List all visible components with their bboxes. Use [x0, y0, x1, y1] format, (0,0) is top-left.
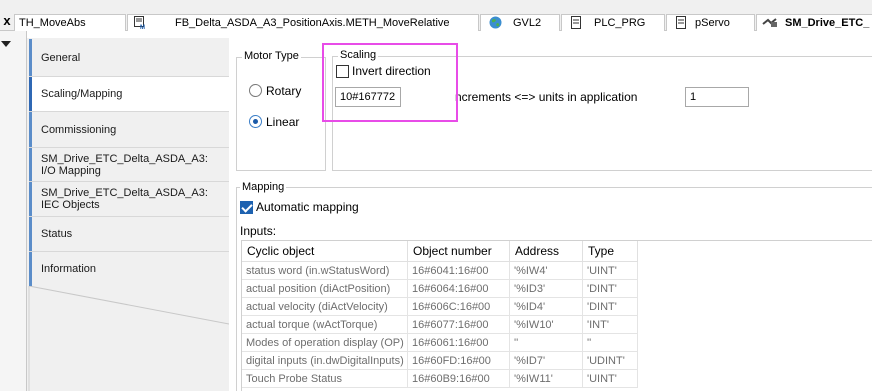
sidebar-item-label: General — [41, 51, 81, 64]
table-cell[interactable]: '%ID7' — [510, 352, 583, 370]
table-cell[interactable]: 16#6077:16#00 — [408, 316, 510, 334]
automatic-mapping-checkbox[interactable] — [240, 201, 253, 214]
sidebar-bottom-edge — [28, 286, 229, 391]
table-cell[interactable]: '' — [583, 334, 638, 352]
linear-radio[interactable] — [249, 115, 262, 128]
mapping-title: Mapping — [240, 181, 287, 193]
document-icon — [676, 16, 686, 29]
tab-label: PLC_PRG — [594, 17, 646, 29]
sidebar-item-label: SM_Drive_ETC_Delta_ASDA_A3: — [41, 152, 208, 165]
globe-icon — [489, 16, 502, 29]
table-cell[interactable]: 16#6064:16#00 — [408, 280, 510, 298]
linear-label: Linear — [266, 115, 300, 129]
sidebar-item-scaling-mapping[interactable]: Scaling/Mapping — [29, 77, 229, 111]
motor-type-group — [236, 57, 326, 171]
table-cell[interactable]: 'DINT' — [583, 298, 638, 316]
tab-label: SM_Drive_ETC_ — [785, 17, 870, 29]
highlight-box — [322, 43, 458, 122]
table-cell[interactable]: 'UINT' — [583, 262, 638, 280]
column-header-object-number[interactable]: Object number — [408, 241, 510, 262]
sidebar-item-label: Information — [41, 263, 97, 275]
table-cell[interactable]: digital inputs (in.dwDigitalInputs) — [242, 352, 408, 370]
tab-pservo[interactable]: pServo — [666, 14, 755, 31]
sidebar-item-sublabel: IEC Objects — [41, 199, 100, 211]
table-cell[interactable]: '' — [510, 334, 583, 352]
sidebar-item-label: Commissioning — [41, 123, 117, 136]
column-header-type[interactable]: Type — [583, 241, 638, 262]
table-cell[interactable]: 'DINT' — [583, 280, 638, 298]
inputs-table: Cyclic object Object number Address Type… — [241, 240, 872, 391]
increments-label: ncrements <=> units in application — [455, 90, 638, 104]
tab-sm-drive-etc[interactable]: SM_Drive_ETC_ — [756, 14, 872, 31]
table-cell[interactable]: 16#6061:16#00 — [408, 334, 510, 352]
table-cell[interactable]: actual velocity (diActVelocity) — [242, 298, 408, 316]
table-cell[interactable]: '%IW4' — [510, 262, 583, 280]
table-cell[interactable]: '%ID3' — [510, 280, 583, 298]
sidebar-item-general[interactable]: General — [29, 39, 229, 76]
close-icon[interactable]: x — [0, 14, 14, 28]
tab-moveabs[interactable]: TH_MoveAbs — [14, 14, 126, 31]
table-cell[interactable]: 'UDINT' — [583, 352, 638, 370]
chevron-down-icon[interactable] — [1, 41, 11, 47]
sidebar-item-iec-objects[interactable]: SM_Drive_ETC_Delta_ASDA_A3: IEC Objects — [29, 182, 229, 216]
tab-gvl2[interactable]: GVL2 — [480, 14, 560, 31]
sidebar-item-io-mapping[interactable]: SM_Drive_ETC_Delta_ASDA_A3: I/O Mapping — [29, 148, 229, 181]
table-cell[interactable]: 16#6041:16#00 — [408, 262, 510, 280]
sidebar-item-sublabel: I/O Mapping — [41, 164, 101, 177]
left-gutter — [0, 31, 27, 391]
sidebar-item-commissioning[interactable]: Commissioning — [29, 112, 229, 147]
drive-icon — [762, 18, 777, 27]
table-cell[interactable]: 16#60B9:16#00 — [408, 370, 510, 388]
table-cell[interactable]: '%ID4' — [510, 298, 583, 316]
document-tab-strip: x TH_MoveAbs M FB_Delta_ASDA_A3_Position… — [0, 0, 872, 31]
tab-plc-prg[interactable]: PLC_PRG — [561, 14, 665, 31]
table-cell[interactable]: 16#606C:16#00 — [408, 298, 510, 316]
document-icon — [571, 16, 581, 29]
table-cell[interactable]: Modes of operation display (OP) — [242, 334, 408, 352]
table-cell[interactable]: actual torque (wActTorque) — [242, 316, 408, 334]
tab-label: pServo — [695, 17, 730, 29]
sidebar-item-label: Scaling/Mapping — [41, 88, 123, 100]
table-cell[interactable]: '%IW10' — [510, 316, 583, 334]
motor-type-title: Motor Type — [242, 50, 301, 62]
method-icon: M — [134, 16, 145, 29]
column-header-cyclic-object[interactable]: Cyclic object — [242, 241, 408, 262]
table-cell[interactable]: status word (in.wStatusWord) — [242, 262, 408, 280]
tab-method-moverelative[interactable]: M FB_Delta_ASDA_A3_PositionAxis.METH_Mov… — [127, 14, 479, 31]
table-cell[interactable]: 'INT' — [583, 316, 638, 334]
editor-sidebar: General Scaling/Mapping Commissioning SM… — [27, 38, 229, 391]
tab-label: FB_Delta_ASDA_A3_PositionAxis.METH_MoveR… — [175, 17, 450, 29]
svg-text:M: M — [140, 25, 145, 29]
rotary-label: Rotary — [266, 84, 302, 98]
sidebar-item-label: Status — [41, 228, 73, 240]
automatic-mapping-label: Automatic mapping — [256, 200, 359, 214]
table-cell[interactable]: 16#60FD:16#00 — [408, 352, 510, 370]
table-cell[interactable]: 'UINT' — [583, 370, 638, 388]
tab-label: TH_MoveAbs — [19, 17, 86, 29]
sidebar-item-information[interactable]: Information — [29, 252, 229, 286]
tab-label: GVL2 — [513, 17, 542, 29]
table-cell[interactable]: '%IW11' — [510, 370, 583, 388]
rotary-radio[interactable] — [249, 84, 262, 97]
sidebar-item-label: SM_Drive_ETC_Delta_ASDA_A3: — [41, 187, 208, 199]
table-cell[interactable]: Touch Probe Status — [242, 370, 408, 388]
inputs-label: Inputs: — [240, 224, 277, 238]
column-header-address[interactable]: Address — [510, 241, 583, 262]
table-cell[interactable]: actual position (diActPosition) — [242, 280, 408, 298]
units-input[interactable]: 1 — [685, 87, 749, 107]
sidebar-item-status[interactable]: Status — [29, 217, 229, 251]
